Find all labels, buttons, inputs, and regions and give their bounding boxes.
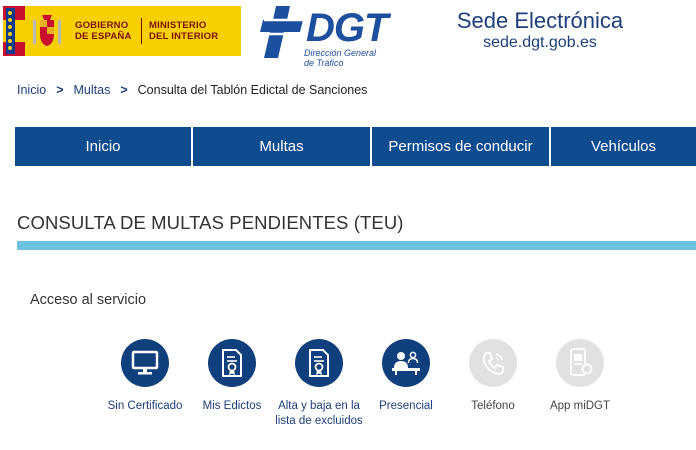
sede-url: sede.dgt.gob.es [483, 34, 597, 51]
service-mis-edictos[interactable]: Mis Edictos [186, 339, 278, 414]
main-nav: Inicio Multas Permisos de conducir Vehíc… [15, 127, 696, 166]
dgt-cross-icon [260, 6, 304, 58]
service-label: Sin Certificado [107, 400, 183, 412]
person-desk-icon [382, 339, 430, 387]
document-seal-icon [295, 339, 343, 387]
service-label: Presencial [379, 400, 433, 412]
nav-item-multas[interactable]: Multas [193, 127, 372, 166]
service-sin-certificado[interactable]: Sin Certificado [99, 339, 191, 414]
gobierno-espana-logo[interactable]: GOBIERNO DE ESPAÑA MINISTERIO DEL INTERI… [3, 6, 241, 56]
sede-title: Sede Electrónica [456, 8, 624, 33]
sede-electronica-heading[interactable]: Sede Electrónica sede.dgt.gob.es [440, 8, 640, 52]
gobierno-label: GOBIERNO DE ESPAÑA [75, 20, 132, 42]
coat-of-arms-icon [33, 15, 61, 46]
breadcrumb-separator: > [120, 83, 128, 97]
nav-item-permisos[interactable]: Permisos de conducir [372, 127, 551, 166]
dgt-logo[interactable]: DGT Dirección General de Tráfico [258, 4, 398, 68]
ministerio-label: MINISTERIO DEL INTERIOR [149, 20, 219, 42]
site-header: GOBIERNO DE ESPAÑA MINISTERIO DEL INTERI… [0, 0, 696, 70]
title-underline [17, 241, 696, 250]
section-heading: Acceso al servicio [30, 292, 147, 308]
document-seal-icon [208, 339, 256, 387]
service-telefono: Teléfono [447, 339, 539, 414]
breadcrumb-multas[interactable]: Multas [74, 83, 111, 97]
mobile-app-icon [556, 339, 604, 387]
breadcrumb: Inicio > Multas > Consulta del Tablón Ed… [17, 83, 367, 97]
service-presencial[interactable]: Presencial [360, 339, 452, 414]
service-alta-baja-excluidos[interactable]: Alta y baja en la lista de excluidos [273, 339, 365, 429]
breadcrumb-separator: > [56, 83, 64, 97]
breadcrumb-current: Consulta del Tablón Edictal de Sanciones [137, 83, 368, 97]
service-label: Mis Edictos [202, 400, 262, 412]
service-label: Teléfono [471, 400, 515, 412]
nav-item-inicio[interactable]: Inicio [15, 127, 193, 166]
monitor-icon [121, 339, 169, 387]
service-label: App miDGT [549, 400, 611, 412]
breadcrumb-inicio[interactable]: Inicio [17, 83, 46, 97]
phone-icon [469, 339, 517, 387]
dgt-subtitle: Dirección General de Tráfico [304, 48, 377, 68]
spain-flag-icon [3, 6, 25, 56]
service-app-midgt: App miDGT [534, 339, 626, 414]
dgt-wordmark: DGT [306, 6, 388, 50]
nav-item-vehiculos[interactable]: Vehículos [551, 127, 696, 166]
page-title: CONSULTA DE MULTAS PENDIENTES (TEU) [17, 212, 404, 233]
service-label: Alta y baja en la lista de excluidos [275, 400, 363, 427]
